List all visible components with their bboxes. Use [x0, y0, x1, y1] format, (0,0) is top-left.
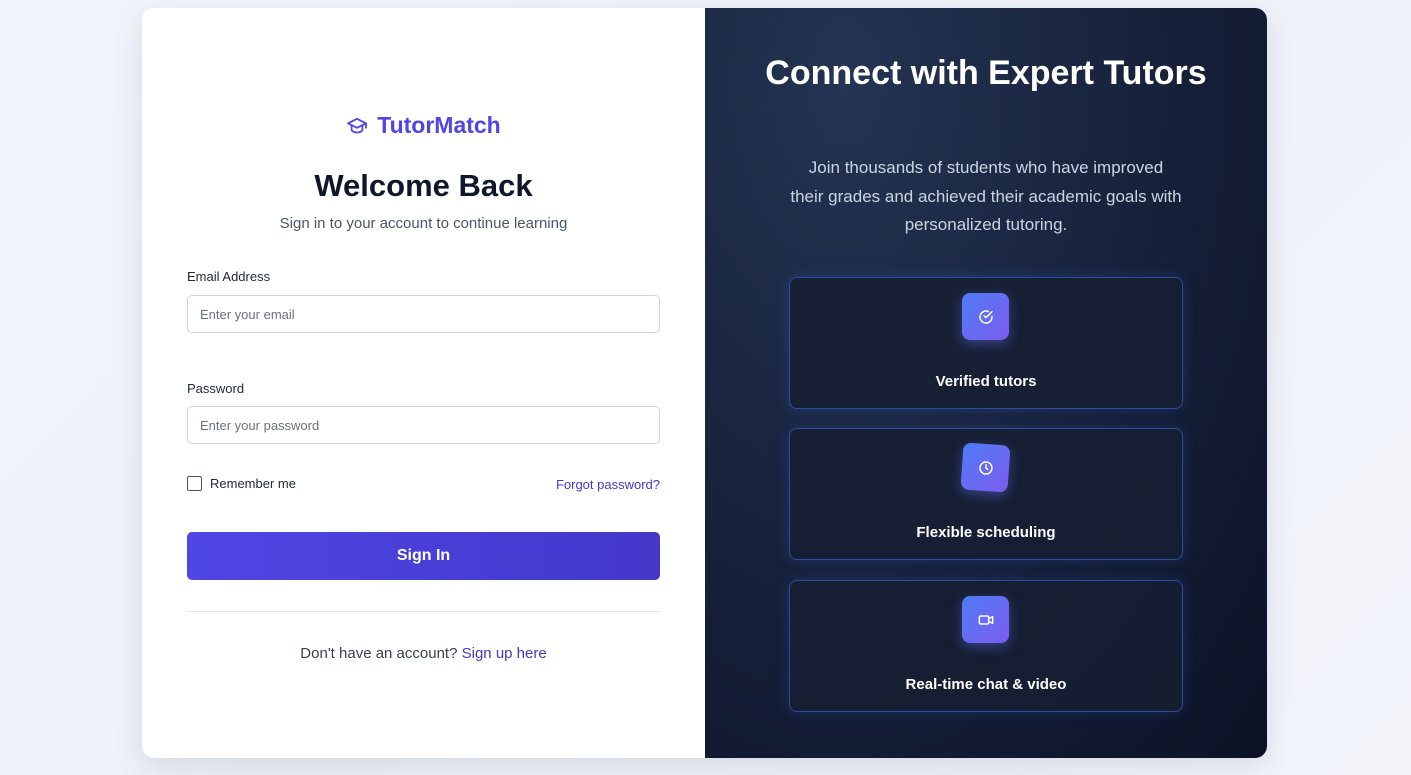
login-panel: TutorMatch Welcome Back Sign in to your …	[142, 8, 705, 758]
clock-icon	[960, 442, 1011, 493]
brand-name: TutorMatch	[377, 112, 501, 138]
page-title: Welcome Back	[314, 168, 533, 203]
remember-me-option[interactable]: Remember me	[187, 476, 296, 491]
feature-label: Flexible scheduling	[916, 524, 1056, 541]
email-label: Email Address	[187, 269, 271, 284]
forgot-password-link[interactable]: Forgot password?	[556, 477, 660, 492]
remember-me-label: Remember me	[210, 476, 296, 491]
brand-logo: TutorMatch	[142, 112, 705, 139]
remember-me-checkbox[interactable]	[187, 476, 202, 491]
email-field[interactable]	[187, 295, 660, 333]
video-icon	[962, 596, 1009, 643]
password-field[interactable]	[187, 406, 660, 444]
promo-panel: Connect with Expert Tutors Join thousand…	[705, 8, 1267, 758]
password-label: Password	[187, 381, 245, 396]
check-circle-icon	[962, 293, 1009, 340]
divider	[187, 611, 660, 612]
page-subtitle: Sign in to your account to continue lear…	[279, 215, 568, 232]
feature-label: Verified tutors	[935, 373, 1037, 390]
feature-card-verified: Verified tutors	[789, 277, 1183, 409]
sign-up-link[interactable]: Sign up here	[462, 645, 547, 662]
sign-in-button[interactable]: Sign In	[187, 532, 660, 580]
feature-card-chat: Real-time chat & video	[789, 580, 1183, 712]
promo-subtitle: Join thousands of students who have impr…	[790, 158, 1182, 234]
signup-prompt: Don't have an account? Sign up here	[142, 645, 705, 662]
signup-prompt-text: Don't have an account?	[300, 645, 458, 662]
promo-title: Connect with Expert Tutors	[765, 54, 1207, 92]
login-card: TutorMatch Welcome Back Sign in to your …	[142, 8, 1267, 758]
feature-label: Real-time chat & video	[905, 676, 1067, 693]
graduation-cap-icon	[346, 117, 368, 135]
feature-card-scheduling: Flexible scheduling	[789, 428, 1183, 560]
